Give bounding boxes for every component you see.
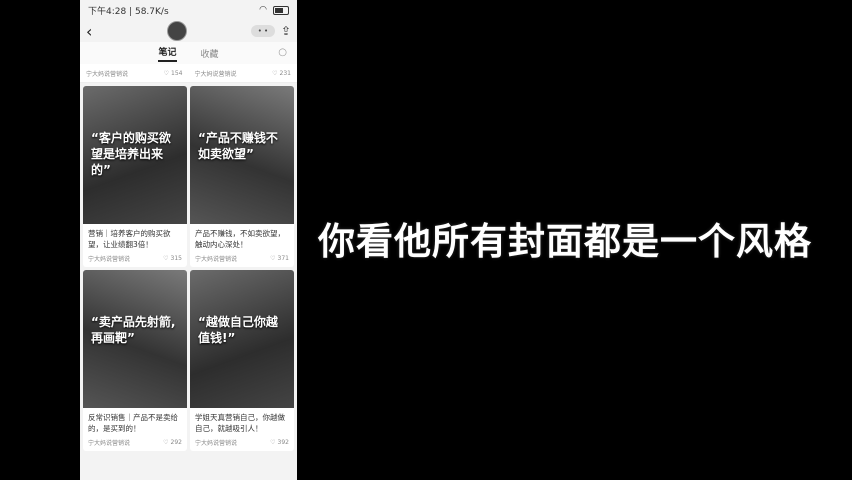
- author-name[interactable]: 宁大妈说营销说: [195, 438, 237, 447]
- heart-icon[interactable]: ♡: [272, 70, 277, 77]
- more-button[interactable]: • •: [250, 25, 275, 37]
- status-bar: 下午4:28 | 58.7K/s ◠: [80, 0, 297, 20]
- like-count: 231: [279, 69, 291, 77]
- like-count: 154: [171, 69, 183, 77]
- heart-icon[interactable]: ♡: [164, 70, 169, 77]
- avatar[interactable]: [167, 21, 188, 41]
- author-name[interactable]: 宁大妈说营销说: [88, 438, 130, 447]
- like-count: 315: [170, 255, 182, 262]
- video-caption: 你看他所有封面都是一个风格: [318, 220, 812, 263]
- author-name[interactable]: 宁大妈说营销说: [195, 254, 237, 263]
- author-name: 宁大妈说营销说: [194, 70, 237, 78]
- note-title[interactable]: 营销｜培养客户的购买欲望，让业绩翻3倍！: [83, 224, 187, 252]
- note-card[interactable]: “客户的购买欲望是培养出来的” 营销｜培养客户的购买欲望，让业绩翻3倍！ 宁大妈…: [83, 86, 187, 267]
- heart-icon[interactable]: ♡: [270, 439, 275, 446]
- phone-screen: 下午4:28 | 58.7K/s ◠ ‹ • • ⇪ 笔记 收藏 ○ 宁大妈说营…: [80, 0, 297, 480]
- cover-title: “客户的购买欲望是培养出来的”: [91, 131, 171, 177]
- author-name: 宁大妈说营销说: [86, 70, 129, 78]
- cover-title: “卖产品先射箭,再画靶”: [91, 315, 176, 345]
- note-title[interactable]: 学姐天真营销自己，你越做自己，就越吸引人！: [190, 408, 294, 436]
- tab-collections[interactable]: 收藏: [201, 47, 219, 60]
- list-item[interactable]: 宁大妈说营销说 ♡ 231: [189, 64, 298, 82]
- profile-topbar: ‹ • • ⇪: [80, 20, 297, 42]
- heart-icon[interactable]: ♡: [163, 439, 168, 446]
- note-card[interactable]: “卖产品先射箭,再画靶” 反常识销售｜产品不是卖给的，是买到的！ 宁大妈说营销说…: [83, 270, 187, 451]
- note-cover[interactable]: “产品不赚钱不如卖欲望”: [190, 86, 294, 224]
- tab-notes[interactable]: 笔记: [158, 45, 177, 62]
- note-title[interactable]: 反常识销售｜产品不是卖给的，是买到的！: [83, 408, 187, 436]
- note-cover[interactable]: “越做自己你越值钱!”: [190, 270, 294, 408]
- cover-title: “越做自己你越值钱!”: [198, 315, 278, 345]
- note-title[interactable]: 产品不赚钱，不如卖欲望，触动内心深处！: [190, 224, 294, 252]
- cover-title: “产品不赚钱不如卖欲望”: [198, 131, 278, 161]
- back-arrow-icon[interactable]: ‹: [86, 22, 104, 41]
- heart-icon[interactable]: ♡: [163, 255, 168, 262]
- notes-grid: “客户的购买欲望是培养出来的” 营销｜培养客户的购买欲望，让业绩翻3倍！ 宁大妈…: [80, 83, 297, 454]
- heart-icon[interactable]: ♡: [270, 255, 275, 262]
- note-card[interactable]: “越做自己你越值钱!” 学姐天真营销自己，你越做自己，就越吸引人！ 宁大妈说营销…: [190, 270, 294, 451]
- content-tabs: 笔记 收藏 ○: [80, 42, 297, 64]
- note-cover[interactable]: “客户的购买欲望是培养出来的”: [83, 86, 187, 224]
- note-card[interactable]: “产品不赚钱不如卖欲望” 产品不赚钱，不如卖欲望，触动内心深处！ 宁大妈说营销说…: [190, 86, 294, 267]
- share-icon[interactable]: ⇪: [281, 24, 291, 38]
- note-cover[interactable]: “卖产品先射箭,再画靶”: [83, 270, 187, 408]
- network-speed: 58.7K/s: [134, 6, 169, 17]
- like-count: 392: [277, 439, 289, 446]
- battery-icon: [273, 5, 289, 15]
- author-name[interactable]: 宁大妈说营销说: [88, 254, 130, 263]
- search-icon[interactable]: ○: [278, 47, 287, 58]
- wifi-icon: ◠: [259, 5, 267, 15]
- like-count: 371: [277, 255, 289, 262]
- like-count: 292: [170, 439, 182, 446]
- previous-row-meta: 宁大妈说营销说 ♡ 154 宁大妈说营销说 ♡ 231: [80, 64, 297, 83]
- list-item[interactable]: 宁大妈说营销说 ♡ 154: [80, 64, 189, 82]
- status-time: 下午4:28: [88, 6, 127, 17]
